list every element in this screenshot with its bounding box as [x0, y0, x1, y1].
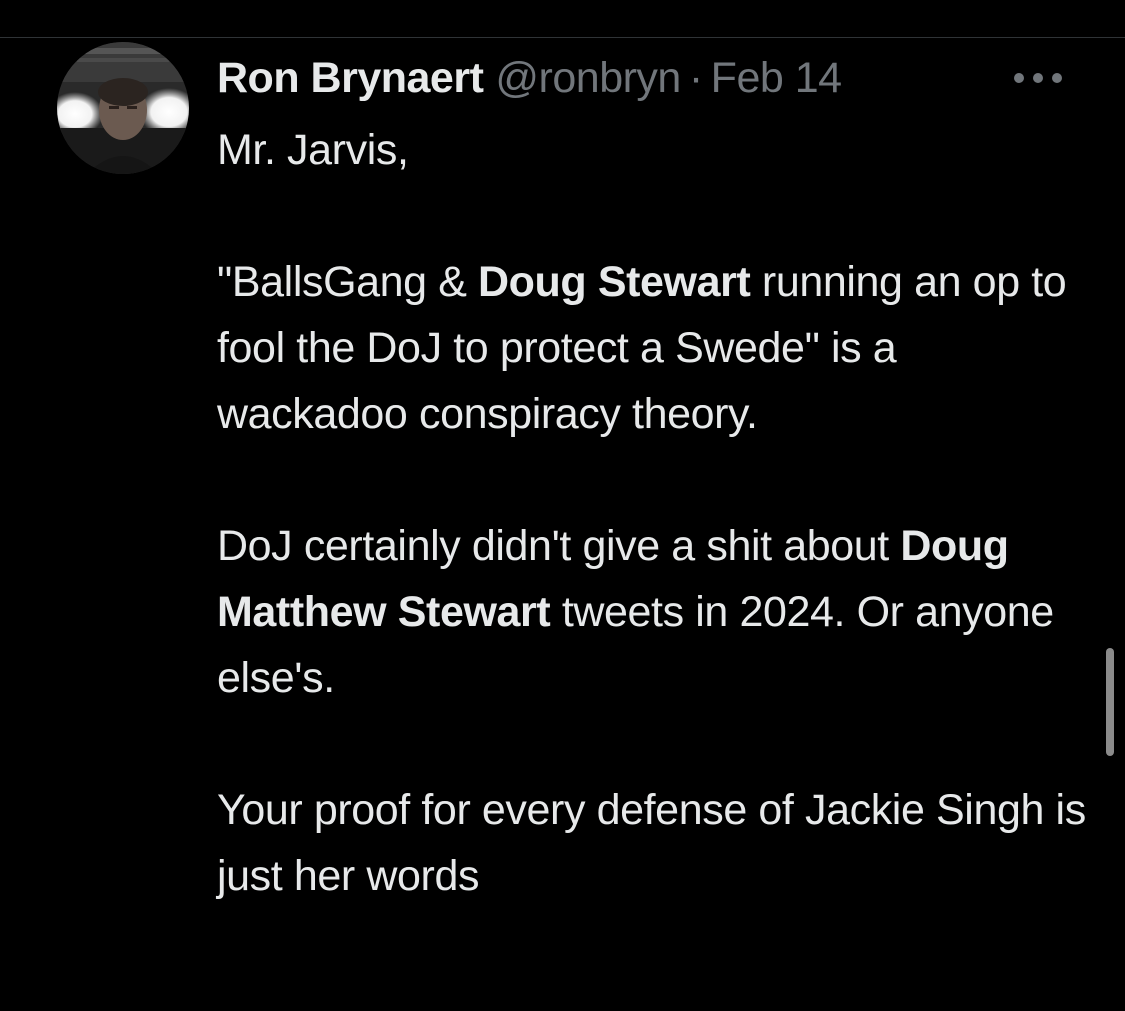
ellipsis-horizontal-icon — [1014, 73, 1062, 83]
p4-text: Your proof for every defense of Jackie S… — [217, 786, 1086, 900]
tweet-paragraph-3: DoJ certainly didn't give a shit about D… — [217, 513, 1097, 711]
tweet-date[interactable]: Feb 14 — [711, 54, 842, 103]
avatar-image — [57, 42, 189, 174]
scrollbar-thumb[interactable] — [1106, 648, 1114, 756]
tweet-paragraph-4: Your proof for every defense of Jackie S… — [217, 777, 1097, 909]
avatar[interactable] — [57, 42, 189, 174]
tweet-paragraph-greeting: Mr. Jarvis, — [217, 117, 1097, 183]
p2-bold-name: Doug Stewart — [478, 258, 751, 306]
author-handle[interactable]: @ronbryn — [495, 54, 681, 103]
p2-text-1: "BallsGang & — [217, 258, 479, 306]
p3-text-1: DoJ certainly didn't give a shit about — [217, 522, 901, 570]
tweet-paragraph-2: "BallsGang & Doug Stewart running an op … — [217, 249, 1097, 447]
top-divider — [0, 37, 1125, 38]
greeting-text: Mr. Jarvis, — [217, 126, 409, 174]
header-separator: · — [688, 53, 703, 102]
tweet-header: Ron Brynaert @ronbryn · Feb 14 — [217, 50, 842, 106]
author-display-name[interactable]: Ron Brynaert — [217, 54, 484, 103]
tweet-text: Mr. Jarvis, "BallsGang & Doug Stewart ru… — [217, 117, 1097, 975]
more-options-button[interactable] — [1008, 60, 1068, 96]
